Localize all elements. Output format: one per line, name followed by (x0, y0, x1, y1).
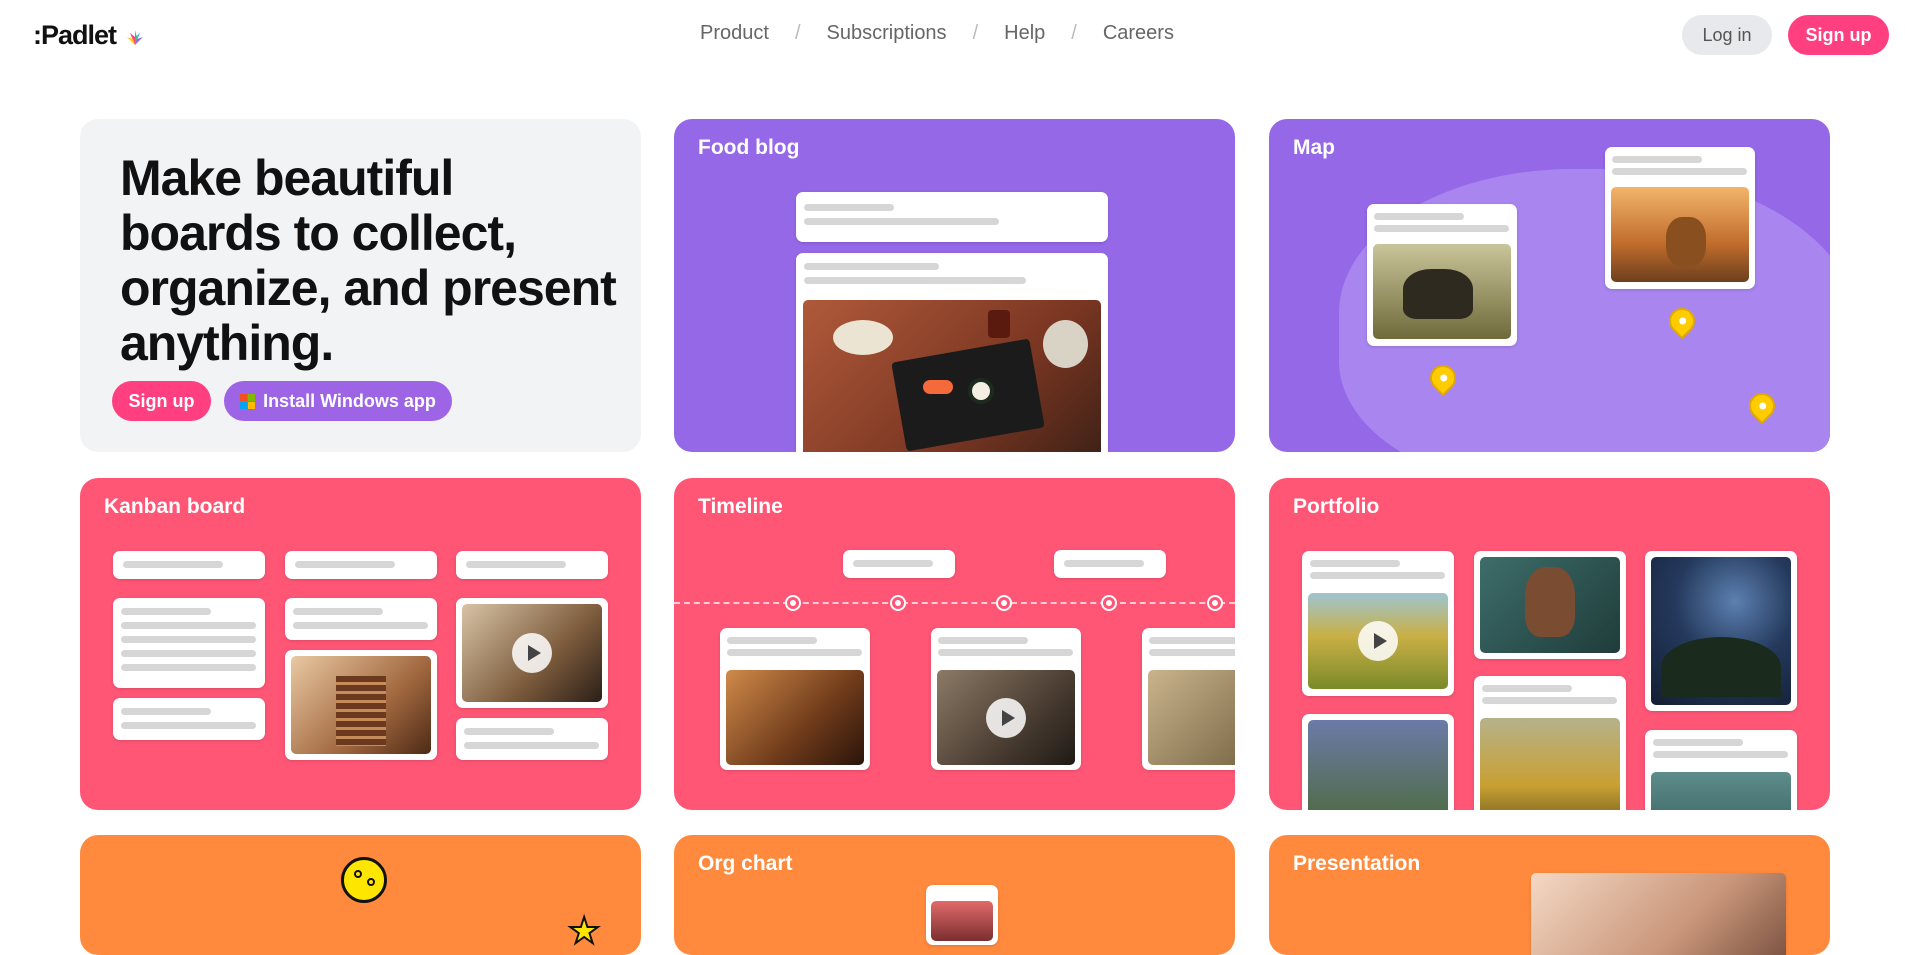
person-avatar-image (931, 901, 993, 941)
sunflowers-image (1480, 718, 1620, 810)
nav-subscriptions[interactable]: Subscriptions (827, 22, 947, 45)
padlet-flower-icon (127, 29, 144, 45)
kanban-post (456, 718, 608, 760)
presentation-card[interactable]: Presentation (1269, 835, 1830, 955)
irises-image (1308, 720, 1448, 810)
timeline-post (931, 628, 1081, 770)
kanban-post (285, 598, 437, 640)
nav-product[interactable]: Product (700, 22, 769, 45)
play-icon[interactable] (986, 698, 1026, 738)
presentation-title: Presentation (1293, 852, 1421, 875)
padlet-logo[interactable]: :Padlet (33, 20, 146, 51)
portfolio-post (1474, 551, 1626, 659)
portfolio-post (1302, 551, 1454, 696)
map-post-card (1605, 147, 1755, 289)
signup-button[interactable]: Sign up (1788, 15, 1889, 55)
kanban-board-card[interactable]: Kanban board (80, 478, 641, 810)
map-post-card (1367, 204, 1517, 346)
self-portrait-image (1480, 557, 1620, 653)
nav-careers[interactable]: Careers (1103, 22, 1174, 45)
timeline-card[interactable]: Timeline (674, 478, 1235, 810)
kanban-board-title: Kanban board (104, 495, 246, 518)
play-icon[interactable] (1358, 621, 1398, 661)
kanban-column-header (285, 551, 437, 579)
timeline-post (1142, 628, 1235, 770)
hero-title: Make beautiful boards to collect, organi… (120, 150, 617, 371)
room-image (1531, 873, 1786, 955)
timeline-post (720, 628, 870, 770)
org-chart-post (926, 885, 998, 945)
game-board-card[interactable]: ★ (80, 835, 641, 955)
timeline-label-card (1054, 550, 1166, 578)
nav-separator: / (794, 22, 801, 44)
play-icon[interactable] (512, 633, 552, 673)
timeline-axis (674, 602, 1235, 604)
timeline-title: Timeline (698, 495, 783, 518)
lion-image (1611, 187, 1749, 282)
nav-separator: / (972, 22, 979, 44)
timeline-dot (998, 597, 1010, 609)
food-blog-card[interactable]: Food blog (674, 119, 1235, 452)
star-icon: ★ (567, 909, 601, 952)
presentation-slide (1531, 873, 1786, 955)
nav-help[interactable]: Help (1004, 22, 1045, 45)
portrait-image (726, 670, 864, 765)
kanban-column-header (113, 551, 265, 579)
timeline-dot (892, 597, 904, 609)
cookie-icon (341, 857, 387, 903)
kanban-column-header (456, 551, 608, 579)
top-nav-bar: :Padlet Product / Subscriptions / Help /… (0, 0, 1905, 70)
main-nav: Product / Subscriptions / Help / Careers (700, 22, 1174, 45)
books-image (291, 656, 431, 754)
timeline-label-card (843, 550, 955, 578)
hero-card: Make beautiful boards to collect, organi… (80, 119, 641, 452)
sculpture-image (1148, 670, 1235, 765)
org-chart-title: Org chart (698, 852, 793, 875)
portfolio-post (1474, 676, 1626, 810)
kanban-post (113, 598, 265, 688)
install-windows-app-button[interactable]: Install Windows app (224, 381, 452, 421)
timeline-dot (787, 597, 799, 609)
map-card[interactable]: Map (1269, 119, 1830, 452)
login-button[interactable]: Log in (1682, 15, 1772, 55)
post-card (796, 253, 1108, 452)
install-windows-app-label: Install Windows app (263, 390, 436, 411)
elephant-image (1373, 244, 1511, 339)
logo-text: :Padlet (33, 20, 117, 50)
timeline-dot (1103, 597, 1115, 609)
portfolio-post (1302, 714, 1454, 810)
hero-signup-button[interactable]: Sign up (112, 381, 211, 421)
org-chart-card[interactable]: Org chart (674, 835, 1235, 955)
nav-separator: / (1071, 22, 1077, 44)
portfolio-post (1645, 551, 1797, 711)
food-blog-title: Food blog (698, 136, 800, 159)
sushi-image (803, 300, 1101, 452)
kanban-post (285, 650, 437, 760)
kanban-post (113, 698, 265, 740)
windows-icon (240, 393, 256, 409)
portfolio-title: Portfolio (1293, 495, 1380, 518)
portfolio-card[interactable]: Portfolio (1269, 478, 1830, 810)
kanban-post (456, 598, 608, 708)
portfolio-post (1645, 730, 1797, 810)
timeline-dot (1209, 597, 1221, 609)
post-card (796, 192, 1108, 242)
almond-blossom-image (1651, 772, 1791, 810)
starry-night-image (1651, 557, 1791, 705)
map-title: Map (1293, 136, 1335, 159)
